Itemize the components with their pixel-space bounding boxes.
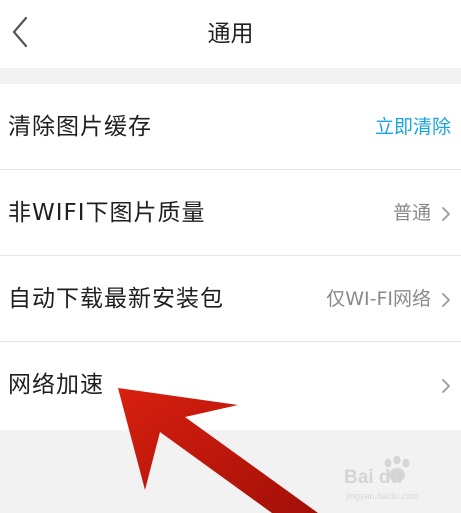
row-label: 网络加速	[8, 372, 104, 398]
row-non-wifi-image-quality[interactable]: 非WIFI下图片质量 普通	[0, 170, 461, 256]
chevron-right-icon	[442, 207, 450, 221]
back-button[interactable]	[8, 14, 32, 50]
section-gap	[0, 68, 461, 84]
empty-area	[0, 430, 461, 513]
row-auto-download-package[interactable]: 自动下载最新安装包 仅WI-FI网络	[0, 256, 461, 342]
chevron-left-icon	[12, 16, 28, 48]
row-network-acceleration[interactable]: 网络加速	[0, 342, 461, 430]
row-label: 清除图片缓存	[8, 114, 152, 140]
row-label: 非WIFI下图片质量	[8, 200, 206, 226]
row-label: 自动下载最新安装包	[8, 286, 224, 312]
chevron-right-icon	[442, 293, 450, 307]
chevron-right-icon	[442, 379, 450, 393]
page-title: 通用	[207, 21, 254, 47]
row-clear-image-cache[interactable]: 清除图片缓存 立即清除	[0, 84, 461, 170]
app-header: 通用	[0, 0, 461, 68]
row-value: 仅WI-FI网络	[326, 288, 431, 310]
settings-list: 清除图片缓存 立即清除 非WIFI下图片质量 普通 自动下载最新安装包 仅WI-…	[0, 84, 461, 430]
clear-now-button[interactable]: 立即清除	[375, 84, 451, 170]
row-value: 普通	[392, 202, 431, 224]
